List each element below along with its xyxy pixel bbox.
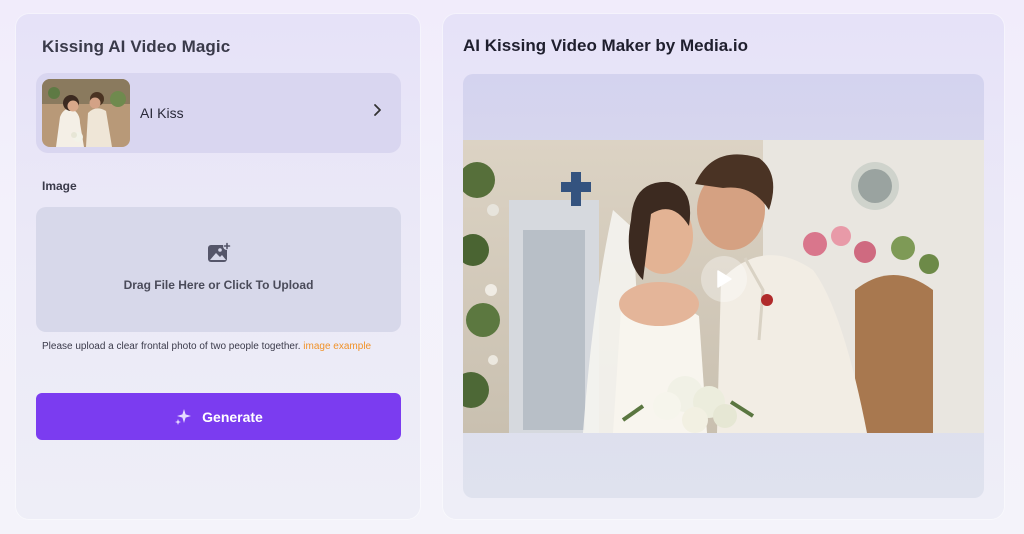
image-section-label: Image — [42, 179, 77, 193]
sparkle-icon — [175, 408, 192, 425]
generate-button[interactable]: Generate — [36, 393, 401, 440]
template-thumbnail — [42, 79, 130, 147]
preview-video[interactable] — [463, 140, 984, 433]
image-example-link[interactable]: image example — [303, 341, 371, 352]
play-icon — [717, 270, 732, 288]
chevron-right-icon — [374, 104, 381, 116]
hint-text: Please upload a clear frontal photo of t… — [42, 341, 304, 352]
generate-label: Generate — [202, 408, 263, 425]
preview-panel: AI Kissing Video Maker by Media.io — [442, 13, 1005, 520]
upload-hint: Please upload a clear frontal photo of t… — [42, 341, 371, 352]
settings-panel: Kissing AI Video Magic AI Kiss Image Dra… — [15, 13, 421, 520]
add-image-icon — [208, 242, 231, 262]
preview-frame — [463, 74, 984, 498]
template-label: AI Kiss — [140, 105, 184, 121]
play-button[interactable] — [701, 256, 747, 302]
panel-title: Kissing AI Video Magic — [42, 37, 231, 56]
preview-title: AI Kissing Video Maker by Media.io — [463, 36, 748, 55]
upload-instruction: Drag File Here or Click To Upload — [123, 278, 314, 292]
upload-dropzone[interactable]: Drag File Here or Click To Upload — [36, 207, 401, 332]
template-selector[interactable]: AI Kiss — [36, 73, 401, 153]
